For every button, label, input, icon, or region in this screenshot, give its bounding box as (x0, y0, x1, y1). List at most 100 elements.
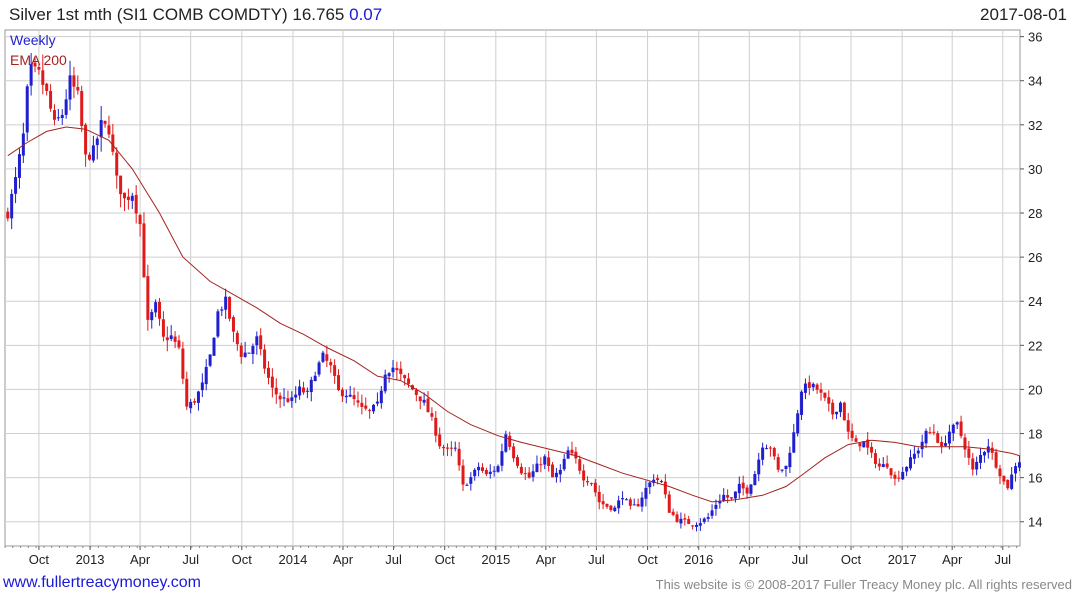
x-tick-label: Oct (435, 552, 456, 567)
candle-body (165, 337, 169, 341)
candle-body (193, 401, 197, 403)
candle-body (823, 392, 827, 398)
candle-body (95, 138, 99, 146)
x-tick-label: Jul (385, 552, 402, 567)
candle-body (807, 382, 811, 388)
candle-body (395, 368, 399, 371)
candle-body (414, 389, 418, 395)
candle-body (212, 337, 216, 356)
candle-body (243, 352, 247, 357)
candle-body (842, 402, 846, 421)
candle-body (796, 413, 800, 434)
candle-body (792, 432, 796, 453)
candle-body (290, 397, 294, 401)
candle-body (173, 336, 177, 342)
candle-body (932, 431, 936, 433)
candle-body (893, 474, 897, 479)
candle-body (644, 487, 648, 499)
candle-body (811, 383, 815, 388)
candle-body (41, 70, 45, 85)
candle-body (247, 352, 251, 354)
candle-body (908, 457, 912, 469)
candle-body (364, 405, 368, 409)
candle-body (508, 435, 512, 447)
candle-body (115, 152, 119, 176)
candle-body (636, 504, 640, 507)
candle-body (846, 420, 850, 432)
candle-body (270, 376, 274, 388)
x-tick-label: Jul (588, 552, 605, 567)
candle-body (776, 457, 780, 470)
candle-body (730, 497, 734, 499)
candle-body (1010, 474, 1014, 489)
candle-body (239, 345, 243, 357)
candle-body (597, 491, 601, 503)
candle-body (228, 296, 232, 319)
y-tick-label: 32 (1028, 118, 1042, 133)
y-tick-label: 22 (1028, 338, 1042, 353)
candle-body (387, 373, 391, 377)
candle-body (912, 453, 916, 459)
candle-body (6, 211, 10, 219)
candle-body (480, 467, 484, 471)
candle-body (605, 503, 609, 507)
candle-body (928, 432, 932, 434)
candle-body (975, 461, 979, 470)
x-tick-label: 2014 (278, 552, 307, 567)
candle-body (266, 367, 270, 378)
candle-body (877, 463, 881, 467)
candle-body (134, 194, 138, 214)
candle-body (142, 223, 146, 278)
candle-body (815, 384, 819, 390)
candle-body (578, 459, 582, 471)
candle-body (998, 468, 1002, 477)
candle-body (947, 431, 951, 444)
candle-body (442, 446, 446, 449)
candle-body (1002, 475, 1006, 482)
x-tick-label: 2013 (76, 552, 105, 567)
footer-website-link[interactable]: www.fullertreacymoney.com (3, 574, 201, 592)
candle-body (593, 482, 597, 493)
candle-body (737, 483, 741, 494)
x-tick-label: Oct (841, 552, 862, 567)
candle-body (516, 457, 520, 466)
candle-body (169, 335, 173, 339)
candle-body (445, 447, 449, 449)
candle-body (119, 175, 123, 195)
candle-body (745, 487, 749, 494)
candle-body (710, 510, 714, 516)
candle-body (298, 386, 302, 396)
candle-body (484, 470, 488, 475)
candle-body (309, 379, 313, 393)
candle-body (45, 83, 49, 91)
candle-body (126, 196, 130, 200)
candle-body (523, 473, 527, 475)
candle-body (177, 340, 181, 348)
x-tick-label: Apr (333, 552, 354, 567)
x-tick-label: Apr (942, 552, 963, 567)
candle-body (14, 177, 18, 194)
x-tick-label: Oct (29, 552, 50, 567)
candle-body (325, 354, 329, 361)
candle-body (465, 484, 469, 486)
candle-body (17, 154, 21, 178)
candle-body (91, 145, 95, 161)
candle-body (477, 466, 481, 471)
candle-body (582, 470, 586, 481)
y-tick-label: 36 (1028, 30, 1042, 45)
candle-body (286, 398, 290, 402)
candle-body (539, 464, 543, 466)
candle-body (659, 481, 663, 483)
candle-body (714, 504, 718, 509)
candle-body (683, 518, 687, 520)
candle-body (504, 434, 508, 452)
legend-ema-200: EMA 200 (10, 52, 67, 68)
candle-body (722, 494, 726, 501)
candle-body (772, 448, 776, 457)
y-tick-label: 34 (1028, 74, 1042, 89)
candle-body (663, 481, 667, 495)
candle-body (628, 499, 632, 506)
x-tick-label: Jul (792, 552, 809, 567)
candle-body (333, 365, 337, 376)
candle-body (422, 399, 426, 403)
